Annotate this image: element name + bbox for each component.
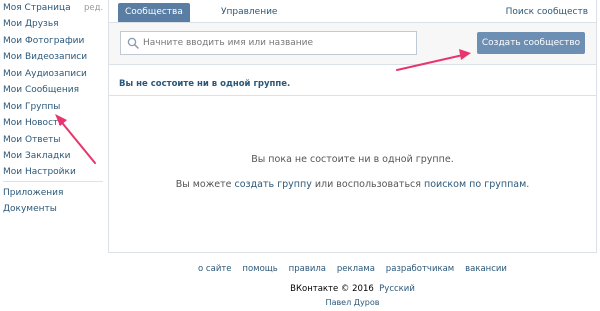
- menu-item-groups[interactable]: Мои Группы: [3, 99, 60, 115]
- menu-item-documents[interactable]: Документы: [3, 201, 57, 217]
- menu-item-news[interactable]: Мои Новости: [3, 115, 64, 131]
- footer-link-about[interactable]: о сайте: [198, 264, 232, 274]
- tabs-bar: Сообщества Управление Поиск сообществ: [109, 0, 596, 23]
- menu-item-bookmarks[interactable]: Мои Закладки: [3, 148, 70, 164]
- footer-copyright: ВКонтакте © 2016 Русский: [108, 284, 597, 294]
- search-input[interactable]: [143, 35, 411, 51]
- groups-panel: Сообщества Управление Поиск сообществ Со…: [108, 0, 597, 253]
- copyright-text: ВКонтакте © 2016: [290, 284, 374, 294]
- footer-link-jobs[interactable]: вакансии: [465, 264, 507, 274]
- tab-management[interactable]: Управление: [214, 3, 284, 22]
- empty-state-suggestion: Вы можете создать группу или воспользова…: [109, 179, 596, 190]
- footer-link-developers[interactable]: разработчикам: [386, 264, 454, 274]
- menu-divider: [3, 181, 103, 182]
- footer-link-help[interactable]: помощь: [242, 264, 277, 274]
- empty-state-message: Вы пока не состоите ни в одной группе.: [251, 154, 454, 165]
- create-community-button[interactable]: Создать сообщество: [477, 32, 585, 54]
- footer-link-rules[interactable]: правила: [289, 264, 326, 274]
- footer-link-ads[interactable]: реклама: [337, 264, 375, 274]
- empty-state-prefix: Вы можете: [175, 179, 235, 190]
- search-icon: [127, 37, 139, 49]
- search-groups-link[interactable]: поиском по группам: [424, 179, 526, 190]
- menu-item-messages[interactable]: Мои Сообщения: [3, 82, 79, 98]
- menu-edit-link[interactable]: ред.: [84, 3, 103, 13]
- menu-item-answers[interactable]: Мои Ответы: [3, 132, 61, 148]
- search-box[interactable]: [120, 31, 417, 55]
- menu-item-audios[interactable]: Мои Аудиозаписи: [3, 66, 87, 82]
- empty-state-middle: или воспользоваться: [311, 179, 425, 190]
- menu-item-friends[interactable]: Мои Друзья: [3, 16, 59, 32]
- menu-item-videos[interactable]: Мои Видеозаписи: [3, 49, 87, 65]
- groups-summary: Вы не состоите ни в одной группе.: [119, 79, 291, 89]
- summary-area: Вы не состоите ни в одной группе.: [109, 65, 596, 96]
- footer-links: о сайте помощь правила реклама разработч…: [108, 264, 597, 274]
- tab-communities[interactable]: Сообщества: [118, 3, 190, 22]
- search-area: Создать сообщество: [109, 23, 596, 65]
- language-link[interactable]: Русский: [379, 284, 415, 294]
- footer-author-link[interactable]: Павел Дуров: [108, 298, 597, 307]
- menu-item-apps[interactable]: Приложения: [3, 185, 63, 201]
- search-communities-link[interactable]: Поиск сообществ: [506, 3, 588, 22]
- create-group-link[interactable]: создать группу: [235, 179, 312, 190]
- menu-item-photos[interactable]: Мои Фотографии: [3, 33, 84, 49]
- menu-item-settings[interactable]: Мои Настройки: [3, 164, 76, 180]
- menu-item-my-page[interactable]: Моя Страница: [3, 0, 71, 16]
- empty-state-suffix: .: [526, 179, 530, 190]
